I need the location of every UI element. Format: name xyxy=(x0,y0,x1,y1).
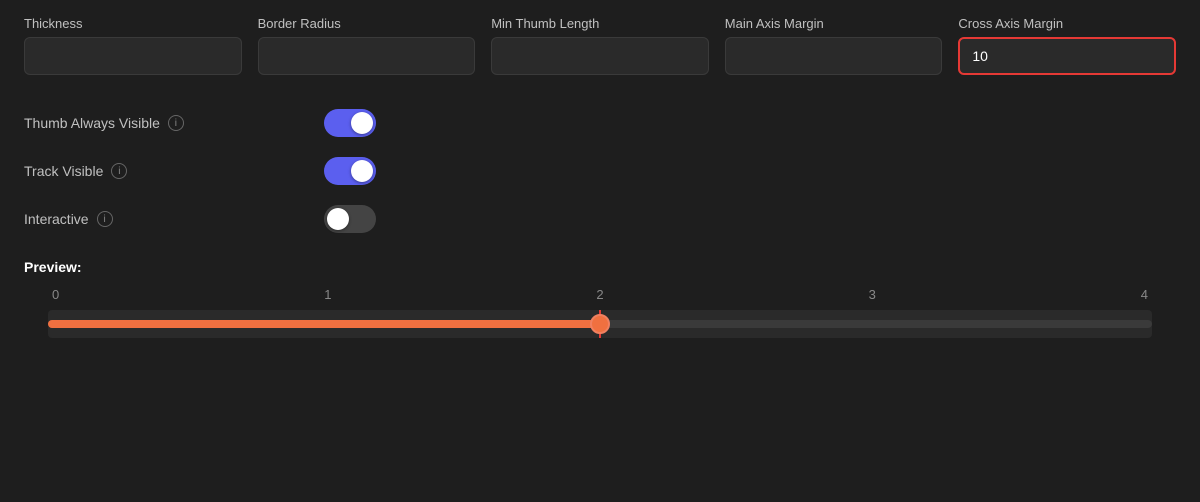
thickness-input[interactable] xyxy=(24,37,242,75)
border-radius-input[interactable] xyxy=(258,37,476,75)
tick-labels: 0 1 2 3 4 xyxy=(48,287,1152,302)
main-axis-margin-field-group: Main Axis Margin xyxy=(725,16,943,75)
track-visible-thumb xyxy=(351,160,373,182)
preview-section: Preview: 0 1 2 3 4 xyxy=(24,259,1176,338)
interactive-toggle[interactable] xyxy=(324,205,376,233)
track-visible-label: Track Visible xyxy=(24,163,103,179)
border-radius-field-group: Border Radius xyxy=(258,16,476,75)
thumb-always-visible-thumb xyxy=(351,112,373,134)
track-visible-track xyxy=(324,157,376,185)
slider-thumb[interactable] xyxy=(590,314,610,334)
min-thumb-length-label: Min Thumb Length xyxy=(491,16,709,31)
track-visible-row: Track Visible i xyxy=(24,147,1176,195)
min-thumb-length-input[interactable] xyxy=(491,37,709,75)
thumb-always-visible-info-icon[interactable]: i xyxy=(168,115,184,131)
cross-axis-margin-field-group: Cross Axis Margin xyxy=(958,16,1176,75)
cross-axis-margin-input[interactable] xyxy=(958,37,1176,75)
slider-fill xyxy=(48,320,600,328)
interactive-row: Interactive i xyxy=(24,195,1176,243)
main-axis-margin-input[interactable] xyxy=(725,37,943,75)
toggle-section: Thumb Always Visible i Track Visible i xyxy=(24,99,1176,243)
main-axis-margin-label: Main Axis Margin xyxy=(725,16,943,31)
track-visible-toggle[interactable] xyxy=(324,157,376,185)
min-thumb-length-field-group: Min Thumb Length xyxy=(491,16,709,75)
border-radius-label: Border Radius xyxy=(258,16,476,31)
cross-axis-margin-label: Cross Axis Margin xyxy=(958,16,1176,31)
tick-2: 2 xyxy=(596,287,603,302)
tick-0: 0 xyxy=(52,287,59,302)
thumb-always-visible-row: Thumb Always Visible i xyxy=(24,99,1176,147)
track-visible-label-area: Track Visible i xyxy=(24,163,324,179)
interactive-info-icon[interactable]: i xyxy=(97,211,113,227)
thumb-always-visible-label: Thumb Always Visible xyxy=(24,115,160,131)
thumb-always-visible-toggle[interactable] xyxy=(324,109,376,137)
tick-1: 1 xyxy=(324,287,331,302)
tick-4: 4 xyxy=(1141,287,1148,302)
interactive-label: Interactive xyxy=(24,211,89,227)
interactive-track xyxy=(324,205,376,233)
thumb-always-visible-label-area: Thumb Always Visible i xyxy=(24,115,324,131)
preview-label: Preview: xyxy=(24,259,1176,275)
slider-track-area[interactable] xyxy=(48,310,1152,338)
interactive-thumb xyxy=(327,208,349,230)
fields-row: Thickness Border Radius Min Thumb Length… xyxy=(24,16,1176,75)
interactive-label-area: Interactive i xyxy=(24,211,324,227)
track-visible-info-icon[interactable]: i xyxy=(111,163,127,179)
thickness-label: Thickness xyxy=(24,16,242,31)
slider-container: 0 1 2 3 4 xyxy=(24,287,1176,338)
thumb-always-visible-track xyxy=(324,109,376,137)
tick-3: 3 xyxy=(869,287,876,302)
thickness-field-group: Thickness xyxy=(24,16,242,75)
main-container: Thickness Border Radius Min Thumb Length… xyxy=(0,0,1200,354)
